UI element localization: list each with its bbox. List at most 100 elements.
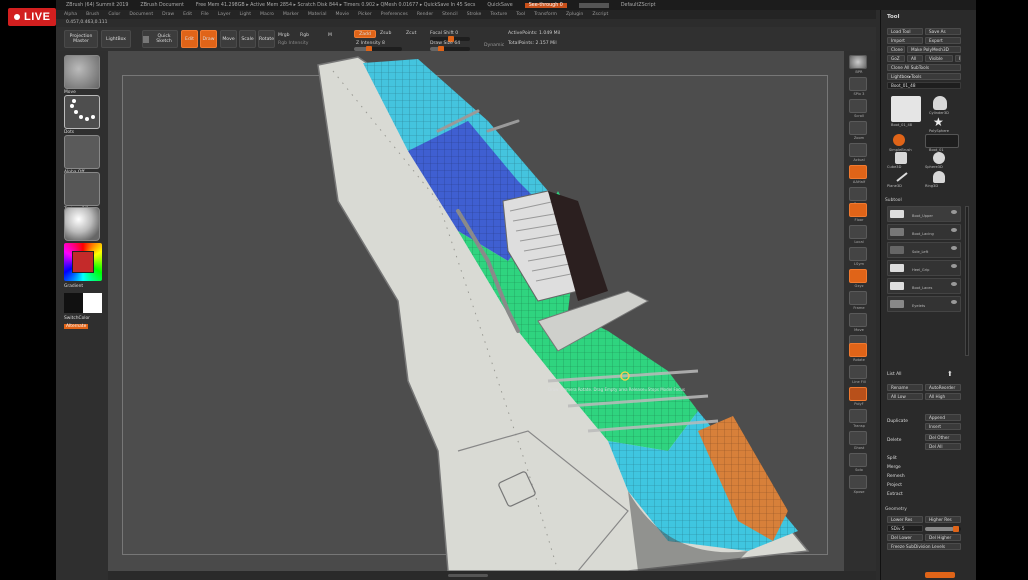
zoom-button[interactable] [849,121,867,135]
export-button[interactable]: Export [925,37,961,44]
menu-layer[interactable]: Layer [218,12,231,17]
simple-brush-icon[interactable] [893,134,905,146]
quicksave-button[interactable]: QuickSave [487,3,512,8]
zadd-button[interactable]: Zadd [354,30,376,38]
menu-picker[interactable]: Picker [358,12,372,17]
make-polymesh-button[interactable]: Make PolyMesh3D [907,46,961,53]
rgb-intensity-slider[interactable]: Rgb Intensity [278,41,308,46]
transp-button[interactable] [849,409,867,423]
draw-button[interactable]: Draw [200,30,217,48]
del-all-button[interactable]: Del All [925,443,961,450]
zcut-button[interactable]: Zcut [406,31,416,36]
menu-texture[interactable]: Texture [490,12,507,17]
del-other-button[interactable]: Del Other [925,434,961,441]
polyf-button[interactable] [849,387,867,401]
import-button[interactable]: Import [887,37,923,44]
scale-button[interactable]: Scale [239,30,256,48]
tool-thumb-ring[interactable] [933,171,945,183]
subtool-row[interactable]: Boot_Laces [887,278,961,294]
menu-document[interactable]: Document [129,12,153,17]
menu-alpha[interactable]: Alpha [64,12,77,17]
menu-edit[interactable]: Edit [183,12,192,17]
alpha-selector[interactable] [64,135,100,169]
tool-thumb-boot[interactable] [891,96,921,122]
geometry-header[interactable]: Geometry [885,507,907,512]
boot-model[interactable] [108,51,844,571]
rotate-button[interactable]: Rotate [258,30,275,48]
goz-button[interactable]: GoZ [887,55,905,62]
brush-selector[interactable] [64,55,100,89]
solo-button[interactable] [849,453,867,467]
star-icon[interactable]: ★ [933,116,947,128]
merge-button[interactable]: Merge [887,465,901,470]
texture-selector[interactable] [64,172,100,206]
mrgb-toggle[interactable]: Mrgb [278,33,290,38]
tool-thumb-sphere[interactable] [933,152,945,164]
actual-button[interactable] [849,143,867,157]
move-view-button[interactable] [849,313,867,327]
bottom-scroll-handle[interactable] [448,574,488,577]
higher-res-button[interactable]: Higher Res [925,516,961,523]
menu-stencil[interactable]: Stencil [442,12,458,17]
freeze-subdivision-button[interactable]: Freeze SubDivision Levels [887,543,961,550]
all-low-button[interactable]: All Low [887,393,923,400]
tool-thumb-boot01[interactable] [925,134,959,148]
tool-thumb-cube[interactable] [895,152,907,164]
quick-sketch-button[interactable]: Quick Sketch [142,30,178,48]
eye-icon[interactable] [951,246,957,250]
subtool-row[interactable]: Boot_Upper [887,206,961,222]
bpr-render-button[interactable] [849,55,867,69]
scroll-button[interactable] [849,99,867,113]
sdiv-track[interactable] [925,526,961,532]
eye-icon[interactable] [951,300,957,304]
document-viewport[interactable]: Draw: Camera Rotate. Drag Empty area Rel… [108,51,844,571]
split-button[interactable]: Split [887,456,897,461]
ghost-button[interactable] [849,431,867,445]
subtool-row[interactable]: Sole_Left [887,242,961,258]
tool-thumb-cylinder[interactable] [933,96,947,110]
menu-tool[interactable]: Tool [516,12,525,17]
stroke-selector[interactable] [64,95,100,129]
extract-button[interactable]: Extract [887,492,903,497]
goz-all-button[interactable]: All [907,55,923,62]
line-fill-button[interactable] [849,365,867,379]
clone-button[interactable]: Clone [887,46,905,53]
menu-macro[interactable]: Macro [260,12,274,17]
menu-file[interactable]: File [201,12,209,17]
menu-draw[interactable]: Draw [162,12,174,17]
alternate-button[interactable]: Alternate [64,324,89,329]
edit-button[interactable]: Edit [181,30,198,48]
lightbox-tools-button[interactable]: Lightbox▸Tools [887,73,961,80]
menu-material[interactable]: Material [308,12,327,17]
goz-r-button[interactable]: R [955,55,961,62]
menu-zplugin[interactable]: Zplugin [566,12,583,17]
append-button[interactable]: Append [925,414,961,421]
tool-thumb-plane[interactable] [895,171,909,183]
eye-icon[interactable] [951,228,957,232]
all-high-button[interactable]: All High [925,393,961,400]
clone-all-subtools-button[interactable]: Clone All SubTools [887,64,961,71]
save-as-button[interactable]: Save As [925,28,961,35]
subtool-row[interactable]: Boot_Lacing [887,224,961,240]
goz-visible-button[interactable]: Visible [925,55,953,62]
menus-toggle[interactable] [578,2,609,8]
remesh-button[interactable]: Remesh [887,474,905,479]
menu-stroke[interactable]: Stroke [467,12,482,17]
zsub-button[interactable]: Zsub [380,31,391,36]
rgb-toggle[interactable]: Rgb [300,33,309,38]
rotate-view-button[interactable] [849,343,867,357]
current-tool-slider[interactable]: Boot_01_48 [887,82,961,89]
frame-button[interactable] [849,291,867,305]
menu-marker[interactable]: Marker [283,12,299,17]
see-through-slider[interactable]: See-through 0 [524,2,567,8]
projection-master-button[interactable]: Projection Master [64,30,98,48]
main-secondary-color[interactable] [64,293,102,313]
menu-zscript[interactable]: Zscript [592,12,608,17]
project-button[interactable]: Project [887,483,902,488]
insert-button[interactable]: Insert [925,423,961,430]
menu-preferences[interactable]: Preferences [381,12,408,17]
list-all-button[interactable]: List All [887,372,902,377]
aahalf-button[interactable] [849,165,867,179]
local-button[interactable] [849,225,867,239]
lsym-button[interactable] [849,247,867,261]
